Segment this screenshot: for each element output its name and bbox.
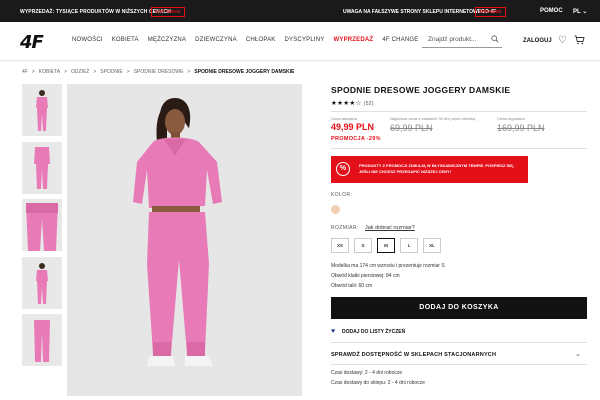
add-to-wishlist-link[interactable]: DODAJ DO LISTY ŻYCZEŃ xyxy=(342,329,405,335)
breadcrumb-separator: > xyxy=(64,69,67,75)
breadcrumb-item[interactable]: 4F xyxy=(22,69,28,75)
regular-price-label: Cena regularna xyxy=(497,116,525,121)
size-option-l[interactable]: L xyxy=(400,238,418,253)
nav-item-4f-change[interactable]: 4F CHANGE xyxy=(382,37,418,43)
breadcrumb-item[interactable]: SPODNIE xyxy=(100,69,123,75)
nav-item-sports[interactable]: DYSCYPLINY xyxy=(284,37,324,43)
breadcrumb-item[interactable]: SPODNIE DRESOWE xyxy=(134,69,184,75)
main-product-image[interactable] xyxy=(67,84,302,396)
size-option-xl[interactable]: XL xyxy=(423,238,441,253)
size-selector: XS S M L XL xyxy=(331,238,441,253)
logo[interactable]: 4F xyxy=(20,32,44,53)
header-divider xyxy=(0,60,600,61)
main-nav: NOWOŚCI KOBIETA MĘŻCZYZNA DZIEWCZYNA CHŁ… xyxy=(72,37,427,43)
rating-count: (52) xyxy=(363,101,374,107)
chest-measure: Obwód klatki piersiowej: 84 cm xyxy=(331,273,400,279)
promo-badge: PROMOCJA -29% xyxy=(331,136,381,142)
rating-stars: ★★★★☆ xyxy=(331,100,362,107)
check-button[interactable]: SPRAWDŹ xyxy=(475,7,506,17)
delivery-time: Czas dostawy: 2 - 4 dni robocze xyxy=(331,370,403,376)
warning-text: UWAGA NA FAŁSZYWE STRONY SKLEPU INTERNET… xyxy=(343,9,497,15)
login-link[interactable]: ZALOGUJ xyxy=(523,38,552,44)
lowest-price-label: Najniższa cena z ostatnich 30 dni przed … xyxy=(390,116,476,121)
regular-price: 169,99 PLN xyxy=(497,123,545,133)
store-availability[interactable]: SPRAWDŹ DOSTĘPNOŚĆ W SKLEPACH STACJONARN… xyxy=(331,352,496,358)
current-price: 49,99 PLN xyxy=(331,122,375,132)
chevron-down-icon[interactable]: ⌄ xyxy=(575,350,581,358)
breadcrumb-item[interactable]: ODZIEŻ xyxy=(71,69,89,75)
thumbnail-back[interactable] xyxy=(22,257,62,309)
promo-banner: % PRODUKTY Z PROMOCJI ZNIKAJĄ W BŁYSKAWI… xyxy=(331,156,528,183)
model-info: Modelka ma 174 cm wzrostu i prezentuje r… xyxy=(331,263,445,269)
promo-text: WYPRZEDAŻ: TYSIĄCE PRODUKTÓW W NIŻSZYCH … xyxy=(20,9,171,15)
divider xyxy=(331,342,587,343)
size-label: ROZMIAR: xyxy=(331,225,359,231)
breadcrumb-item[interactable]: KOBIETA xyxy=(39,69,60,75)
nav-item-boy[interactable]: CHŁOPAK xyxy=(246,37,276,43)
promo-banner-text: PRODUKTY Z PROMOCJI ZNIKAJĄ W BŁYSKAWICZ… xyxy=(359,163,515,174)
cart-icon[interactable] xyxy=(574,35,585,45)
thumbnail-detail[interactable] xyxy=(22,199,62,251)
nav-item-sale[interactable]: WYPRZEDAŻ xyxy=(334,37,374,43)
lowest-price: 69,99 PLN xyxy=(390,123,433,133)
waist-measure: Obwód talii: 60 cm xyxy=(331,283,373,289)
top-promo-bar: WYPRZEDAŻ: TYSIĄCE PRODUKTÓW W NIŻSZYCH … xyxy=(0,0,600,22)
rating[interactable]: ★★★★☆ (52) xyxy=(331,99,374,107)
size-option-xs[interactable]: XS xyxy=(331,238,349,253)
thumbnail-flat[interactable] xyxy=(22,314,62,366)
search-input[interactable]: Znajdź produkt... xyxy=(422,32,502,48)
shop-now-button[interactable]: KUP TERAZ xyxy=(151,7,185,17)
add-to-cart-button[interactable]: DODAJ DO KOSZYKA xyxy=(331,297,587,319)
heart-icon[interactable]: ♥ xyxy=(331,328,335,335)
thumbnail-front[interactable] xyxy=(22,84,62,136)
breadcrumb-separator: > xyxy=(126,69,130,75)
nav-item-woman[interactable]: KOBIETA xyxy=(112,37,139,43)
color-label: KOLOR: xyxy=(331,192,353,198)
breadcrumb-current: SPODNIE DRESOWE JOGGERY DAMSKIE xyxy=(194,69,295,75)
nav-item-girl[interactable]: DZIEWCZYNA xyxy=(195,37,237,43)
thumbnail-side[interactable] xyxy=(22,142,62,194)
breadcrumb-separator: > xyxy=(93,69,97,75)
nav-item-man[interactable]: MĘŻCZYZNA xyxy=(148,37,186,43)
size-guide-link[interactable]: Jak dobrać rozmiar? xyxy=(365,225,415,231)
divider xyxy=(331,148,587,149)
nav-item-new[interactable]: NOWOŚCI xyxy=(72,37,103,43)
search-icon[interactable] xyxy=(491,35,499,43)
breadcrumb: 4F > KOBIETA > ODZIEŻ > SPODNIE > SPODNI… xyxy=(22,69,294,75)
language-select[interactable]: PL ⌄ xyxy=(573,8,587,15)
price-now-label: Cena aktualna xyxy=(331,116,357,121)
search-placeholder: Znajdź produkt... xyxy=(428,36,477,43)
wishlist-heart-icon[interactable]: ♡ xyxy=(558,35,567,46)
store-delivery-time: Czas dostawy do sklepu: 2 - 4 dni robocz… xyxy=(331,380,425,386)
breadcrumb-separator: > xyxy=(187,69,191,75)
percent-icon: % xyxy=(336,162,350,176)
divider xyxy=(331,111,587,112)
help-link[interactable]: POMOC xyxy=(540,8,563,14)
breadcrumb-separator: > xyxy=(31,69,35,75)
divider xyxy=(331,364,587,365)
color-swatch[interactable] xyxy=(331,205,340,214)
size-option-m[interactable]: M xyxy=(377,238,395,253)
size-option-s[interactable]: S xyxy=(354,238,372,253)
product-title: SPODNIE DRESOWE JOGGERY DAMSKIE xyxy=(331,85,511,95)
